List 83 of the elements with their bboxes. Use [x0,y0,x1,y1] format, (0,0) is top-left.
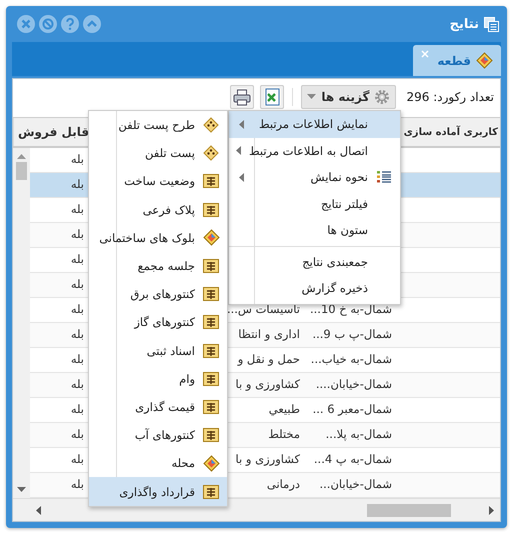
menu-item[interactable]: وضعیت ساخت [89,167,227,196]
collapse-icon[interactable] [82,14,102,34]
table-icon [203,315,219,330]
table-cell: درمانی [266,478,300,492]
menu-item[interactable]: بلوک های ساختمانی [89,224,227,252]
dotted-diamond-icon [203,145,219,162]
menu-item[interactable]: پلاک فرعی [89,196,227,224]
table-cell: شمال-پ ب 9... [312,328,392,342]
scrollbar-thumb[interactable] [367,504,451,516]
table-cell: شمال-به خیاب... [310,353,392,367]
menu-item[interactable]: اتصال به اطلاعات مرتبط [229,138,400,164]
help-icon[interactable] [60,14,80,34]
diamond-icon [202,229,220,246]
table-cell: بله [70,328,84,342]
window-icon [484,16,499,32]
print-button[interactable] [230,85,254,109]
table-cell: کشاورزی و با [236,453,300,467]
menu-item[interactable]: ستون ها [229,217,400,244]
table-cell: بله [70,428,84,442]
table-cell: بله [70,228,84,242]
table-cell: بله [70,278,84,292]
table-icon [203,202,219,217]
menu-item[interactable]: فیلتر نتایج [229,190,400,217]
excel-export-button[interactable] [260,85,284,109]
record-count: تعداد رکورد: 296 [406,90,494,104]
table-cell: بله [70,353,84,367]
scroll-right-icon[interactable] [489,506,494,514]
table-cell: اداری و انتظا [238,328,300,342]
block-icon[interactable] [38,14,58,34]
diamond-icon [202,454,220,472]
menu-item[interactable]: پست تلفن [89,139,227,168]
table-cell: طبیعي [268,403,300,417]
scroll-up-icon[interactable] [17,154,26,159]
menu-item[interactable]: طرح پست تلفن [89,111,227,140]
close-icon[interactable] [421,50,429,58]
vertical-scrollbar[interactable] [13,148,30,498]
table-icon [203,259,219,274]
table-icon [203,174,219,188]
diamond-icon [476,52,493,69]
table-cell: شمال-به پلا... [326,428,392,442]
table-icon [203,484,219,499]
menu-item[interactable]: قرارداد واگذاری [89,477,227,506]
close-icon[interactable] [16,14,36,34]
table-cell: بله [70,178,84,192]
table-cell: شمال-خیابان... [320,478,392,492]
table-cell: شمال-خیابان.... [316,378,392,392]
table-cell: بله [70,153,84,167]
table-cell: بله [70,453,84,467]
scrollbar-thumb[interactable] [16,162,27,180]
table-cell: شمال-معبر 6 ... [312,403,392,417]
table-cell: بله [70,478,84,492]
options-button[interactable]: گزینه ها [301,85,396,109]
printer-icon [233,88,252,106]
table-icon [203,400,219,414]
menu-item[interactable]: جلسه مجمع [89,252,227,280]
menu-item[interactable]: نمایش اطلاعات مرتبط [229,111,400,138]
table-icon [203,428,219,442]
scroll-left-icon[interactable] [36,506,41,514]
table-cell: بله [70,403,84,417]
table-icon [203,287,219,302]
table-cell: بله [70,253,84,267]
caret-icon [307,94,316,100]
menu-item[interactable]: جمعبندی نتایج [229,248,400,275]
list-icon [377,170,391,184]
menu-item[interactable]: کنتورهای آب [89,421,227,450]
table-cell: بله [70,303,84,317]
menu-item[interactable]: نحوه نمایش [229,164,400,190]
window-title: نتایج [450,16,479,32]
settings-icon [374,89,390,105]
scrollbar-corner [13,499,30,521]
table-cell: کشاورزی و با [236,378,300,392]
table-cell: شمال-به پ 4... [314,453,392,467]
table-cell: حمل و نقل و [238,353,300,367]
table-cell: مختلط [268,428,300,442]
dotted-diamond-icon [203,117,219,134]
scroll-down-icon[interactable] [17,487,26,492]
table-icon [203,344,219,358]
table-cell: تاسیسات س... [226,303,300,317]
table-cell: بله [70,378,84,392]
table-cell: بله [70,203,84,217]
table-icon [203,372,219,386]
spreadsheet-icon [264,88,280,106]
table-cell: شمال-به خ 10... [310,303,392,317]
